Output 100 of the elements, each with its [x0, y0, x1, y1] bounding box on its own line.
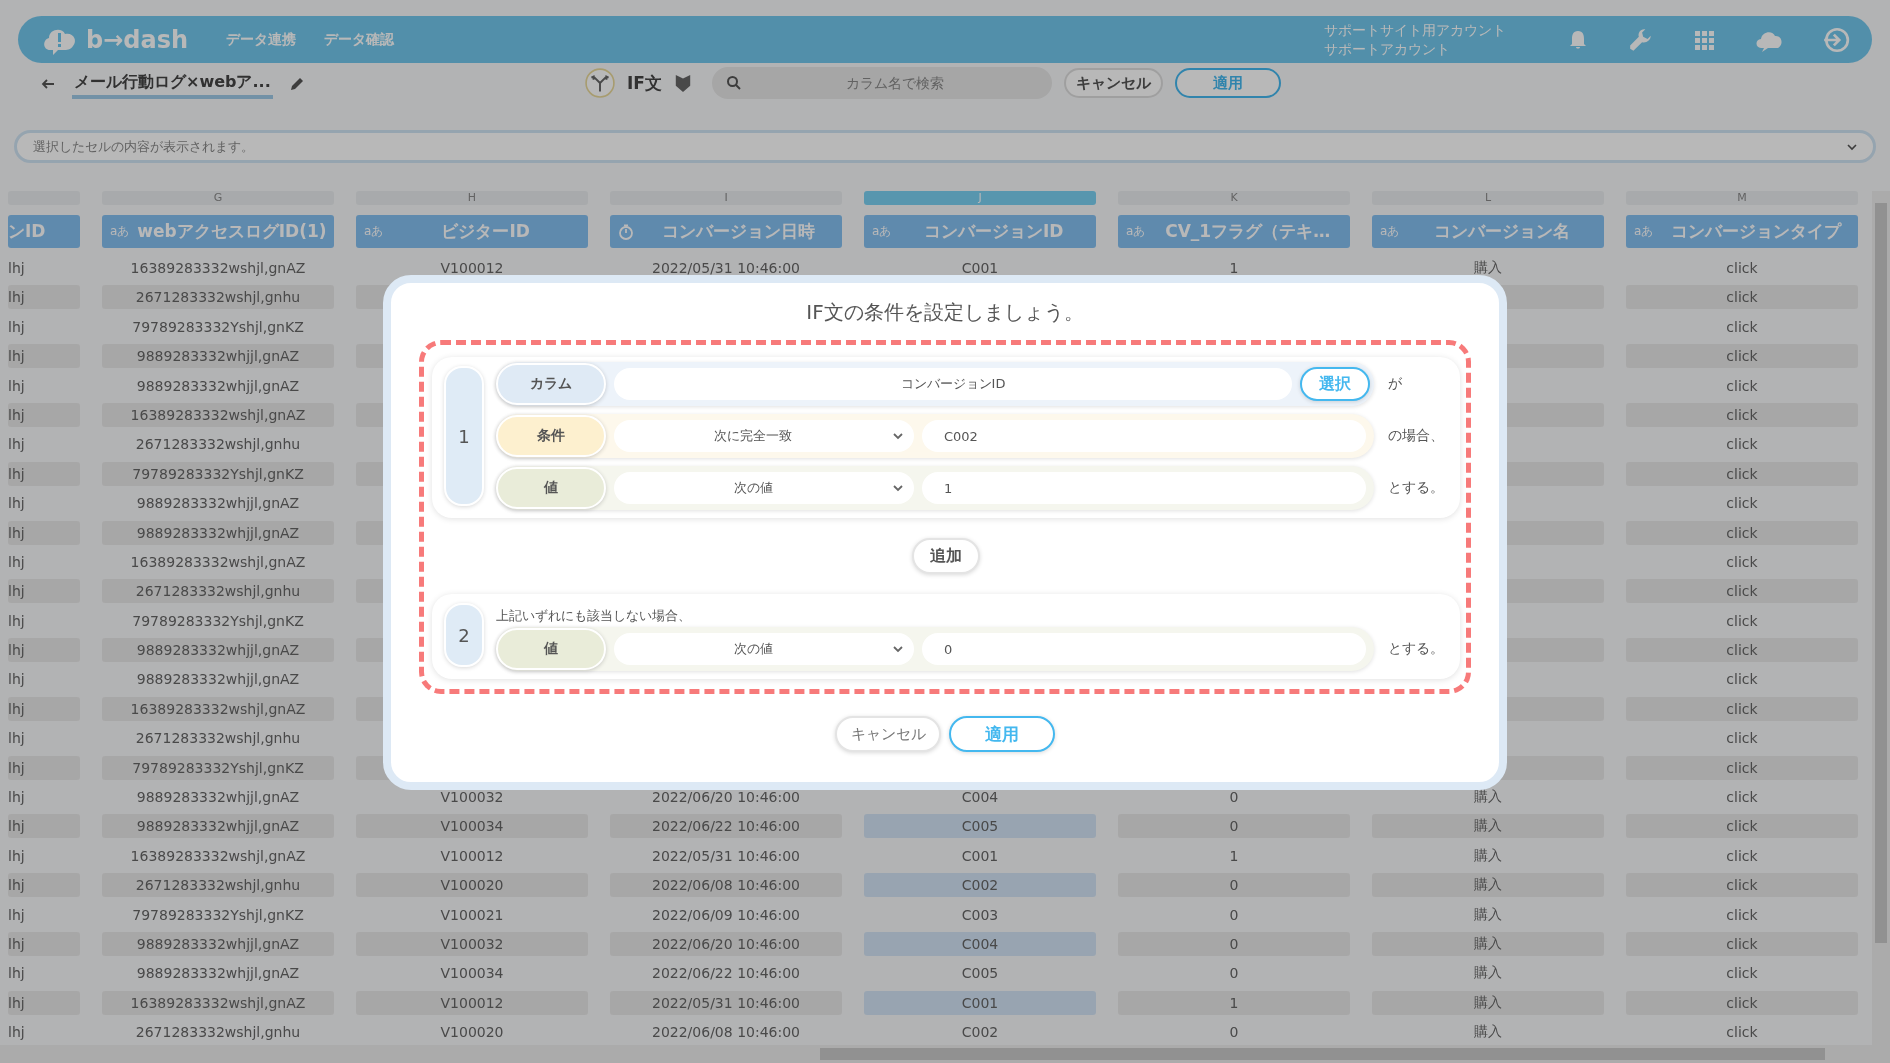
column-header[interactable]: aあ ビジターID	[356, 215, 588, 248]
nav-link[interactable]: データ確認	[324, 30, 395, 49]
text-type-icon: aあ	[1380, 223, 1400, 240]
shield-icon[interactable]	[673, 73, 692, 93]
row-suffix: が	[1388, 375, 1403, 393]
table-cell: click	[1626, 285, 1858, 310]
operator-select[interactable]: 次の値	[614, 472, 914, 504]
text-type-icon: aあ	[364, 223, 384, 240]
nav-link[interactable]: データ連携	[226, 30, 297, 49]
table-cell-text: V100020	[439, 1023, 505, 1043]
table-cell-text: 購入	[1473, 787, 1503, 807]
table-cell: 購入	[1372, 814, 1604, 839]
search-field[interactable]: カラム名で検索	[711, 67, 1052, 99]
table-cell-text: C001	[960, 259, 1000, 278]
search-icon	[725, 75, 742, 91]
table-cell-text: 9889283332whjjl,gnAZ	[135, 494, 301, 514]
table-cell-text: lhj	[8, 905, 26, 925]
column-letter[interactable]: M	[1626, 191, 1858, 205]
table-cell: lhj	[8, 696, 80, 721]
text-type-icon: aあ	[1126, 223, 1146, 240]
column-header[interactable]: aあ コンバージョン名	[1372, 215, 1604, 248]
value-field[interactable]: 1	[922, 472, 1366, 504]
apply-button[interactable]: 適用	[949, 716, 1055, 752]
table-cell-text: 1	[1228, 846, 1240, 866]
select-button[interactable]: 選択	[1300, 367, 1370, 401]
table-cell: V100032	[356, 932, 588, 956]
table-cell-text: click	[1725, 788, 1759, 808]
column-header[interactable]: aあ CV_1フラグ（テキ…	[1118, 215, 1350, 248]
table-cell: C005	[864, 814, 1096, 839]
row-label: カラム	[496, 363, 606, 405]
table-cell-text: lhj	[8, 846, 26, 866]
chevron-down-icon	[892, 430, 904, 442]
wrench-icon[interactable]	[1628, 26, 1654, 53]
value-field[interactable]: 0	[922, 633, 1366, 665]
column-header[interactable]: ンID	[8, 215, 80, 248]
table-cell-text: click	[1725, 846, 1759, 866]
pencil-icon[interactable]	[288, 76, 305, 92]
mode-label: IF文	[627, 71, 662, 95]
table-cell-text: 9889283332whjjl,gnAZ	[135, 376, 301, 396]
table-cell: click	[1626, 520, 1858, 545]
condition-number: 2	[444, 603, 484, 667]
account-name: サポートアカウント	[1324, 39, 1451, 59]
table-cell: 0	[1118, 873, 1350, 898]
column-letter[interactable]: K	[1118, 191, 1350, 205]
table-cell-text: 0	[1228, 905, 1240, 925]
table-cell: V100020	[356, 873, 588, 898]
operator-select[interactable]: 次の値	[614, 633, 914, 665]
column-header[interactable]: aあ webアクセスログID(1)	[102, 215, 334, 248]
table-cell-text: lhj	[8, 729, 26, 749]
chevron-down-icon	[892, 482, 904, 494]
table-cell: 2022/06/08 10:46:00	[610, 873, 842, 898]
column-header[interactable]: aあ コンバージョンID	[864, 215, 1096, 248]
table-cell-text: 2022/06/08 10:46:00	[651, 1023, 801, 1043]
table-cell: 2671283332wshjl,gnhu	[102, 285, 334, 310]
table-cell-text: click	[1725, 376, 1759, 396]
table-cell: 16389283332wshjl,gnAZ	[102, 696, 334, 721]
table-cell-text: V100012	[439, 846, 505, 866]
table-cell: 2022/05/31 10:46:00	[610, 990, 842, 1015]
operator-select[interactable]: 次に完全一致	[614, 420, 914, 452]
cancel-button[interactable]: キャンセル	[1063, 68, 1163, 98]
table-cell: lhj	[8, 520, 80, 545]
row-suffix: とする。	[1388, 479, 1445, 497]
chevron-down-icon[interactable]	[1846, 141, 1858, 153]
table-cell-text: 16389283332wshjl,gnAZ	[129, 552, 307, 572]
column-letter[interactable]: H	[356, 191, 588, 205]
apply-button[interactable]: 適用	[1174, 68, 1281, 98]
table-cell-text: click	[1725, 494, 1759, 514]
table-cell-text: 購入	[1473, 258, 1503, 277]
table-cell: 9889283332whjjl,gnAZ	[102, 932, 334, 956]
text-type-icon: aあ	[1634, 223, 1654, 240]
column-header[interactable]: コンバージョン日時	[610, 215, 842, 248]
add-button[interactable]: 追加	[912, 538, 980, 574]
table-cell-text: click	[1725, 729, 1759, 749]
cancel-button[interactable]: キャンセル	[835, 716, 941, 752]
value-field[interactable]: C002	[922, 420, 1366, 452]
logo-text[interactable]: b→dash	[86, 25, 189, 54]
table-cell-text: lhj	[8, 964, 26, 984]
column-field[interactable]: コンバージョンID	[614, 368, 1292, 400]
branch-icon[interactable]	[585, 68, 615, 98]
table-cell: 購入	[1372, 873, 1604, 898]
table-cell-text: click	[1725, 259, 1759, 278]
table-cell: 9889283332whjjl,gnAZ	[102, 520, 334, 545]
column-header[interactable]: aあ コンバージョンタイプ	[1626, 215, 1858, 248]
table-cell: click	[1626, 402, 1858, 427]
column-letter[interactable]: L	[1372, 191, 1604, 205]
account-site: サポートサイト用アカウント	[1324, 20, 1506, 40]
column-letter[interactable]: G	[102, 191, 334, 205]
cell-content-field[interactable]: 選択したセルの内容が表示されます。	[14, 130, 1876, 163]
column-letter[interactable]: J	[864, 191, 1096, 205]
logout-icon[interactable]	[1822, 25, 1850, 54]
table-cell: click	[1626, 638, 1858, 663]
table-cell: lhj	[8, 814, 80, 839]
table-cell: click	[1626, 990, 1858, 1015]
table-cell: lhj	[8, 873, 80, 898]
text-type-icon: aあ	[110, 223, 130, 240]
document-title[interactable]: メール行動ログ×webア...	[72, 69, 273, 99]
table-cell: 2671283332wshjl,gnhu	[102, 579, 334, 604]
table-cell: 16389283332wshjl,gnAZ	[102, 990, 334, 1015]
row-suffix: の場合、	[1388, 427, 1445, 445]
table-cell-text: click	[1725, 435, 1759, 455]
